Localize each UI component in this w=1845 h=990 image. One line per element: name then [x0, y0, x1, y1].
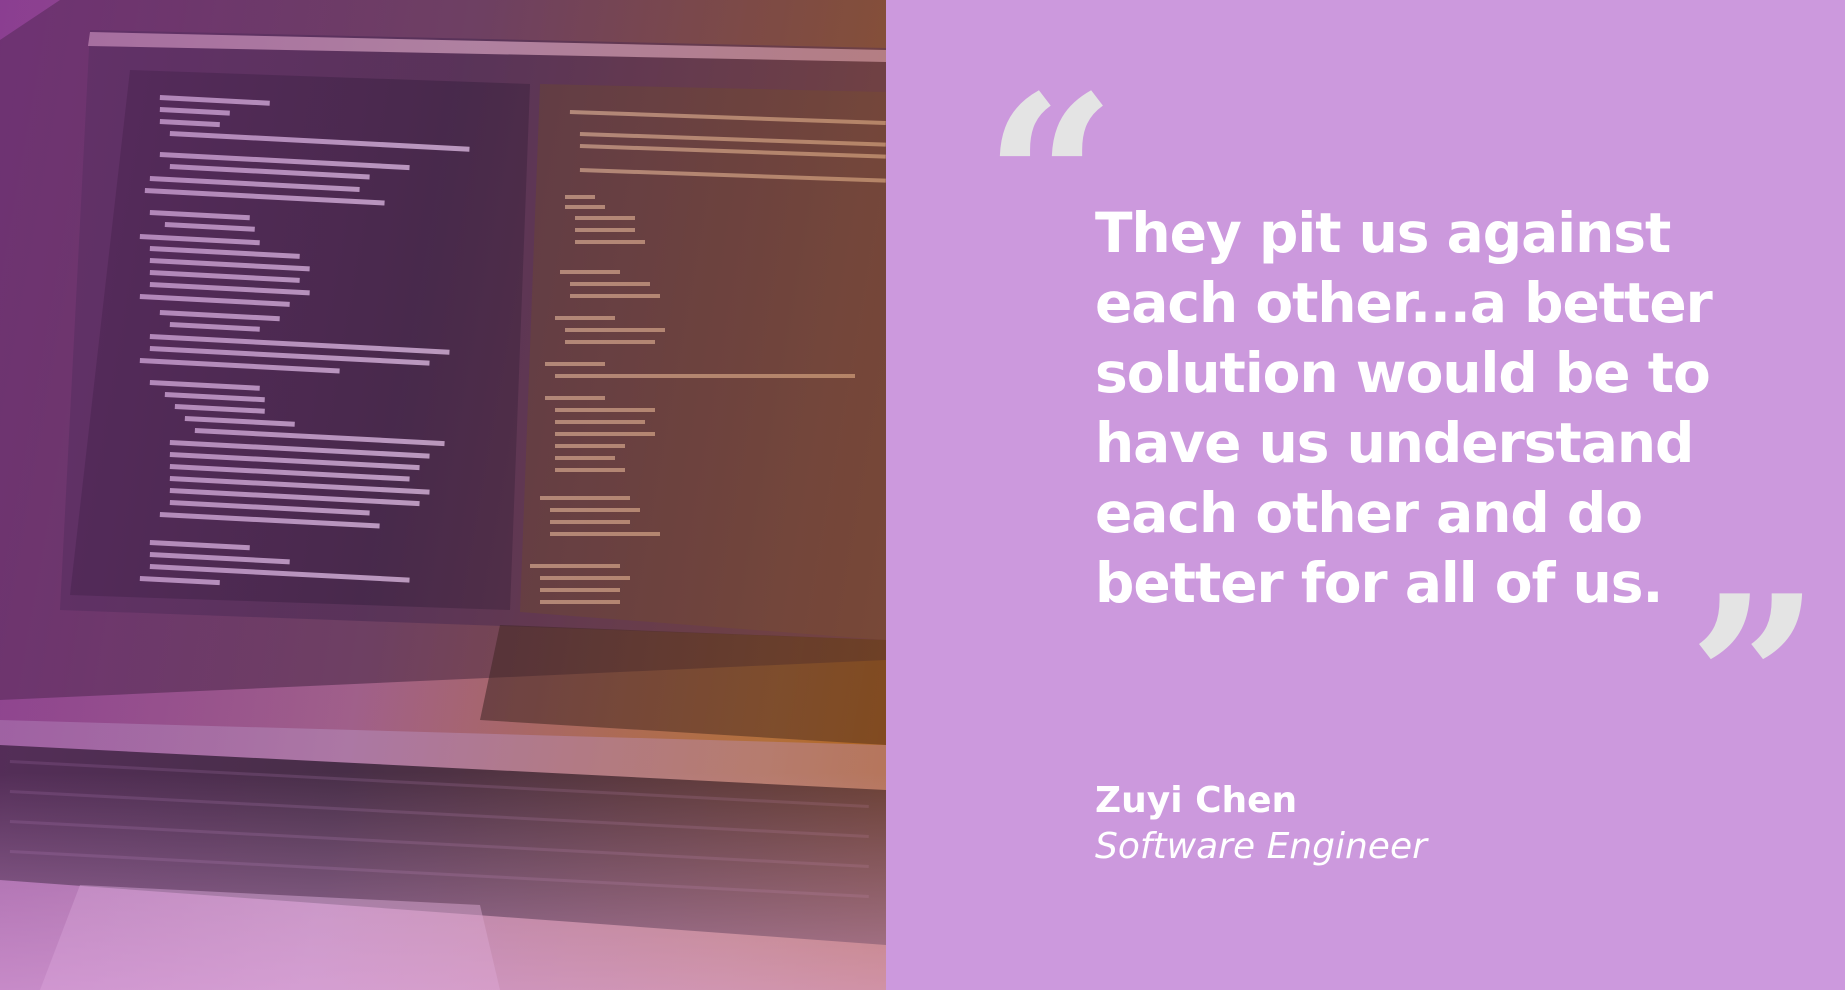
close-quote-icon: ”	[1688, 546, 1821, 816]
author-title: Software Engineer	[1095, 826, 1427, 867]
laptop-code-photo	[0, 0, 886, 990]
author-name: Zuyi Chen	[1095, 780, 1298, 821]
laptop-illustration	[0, 0, 886, 990]
